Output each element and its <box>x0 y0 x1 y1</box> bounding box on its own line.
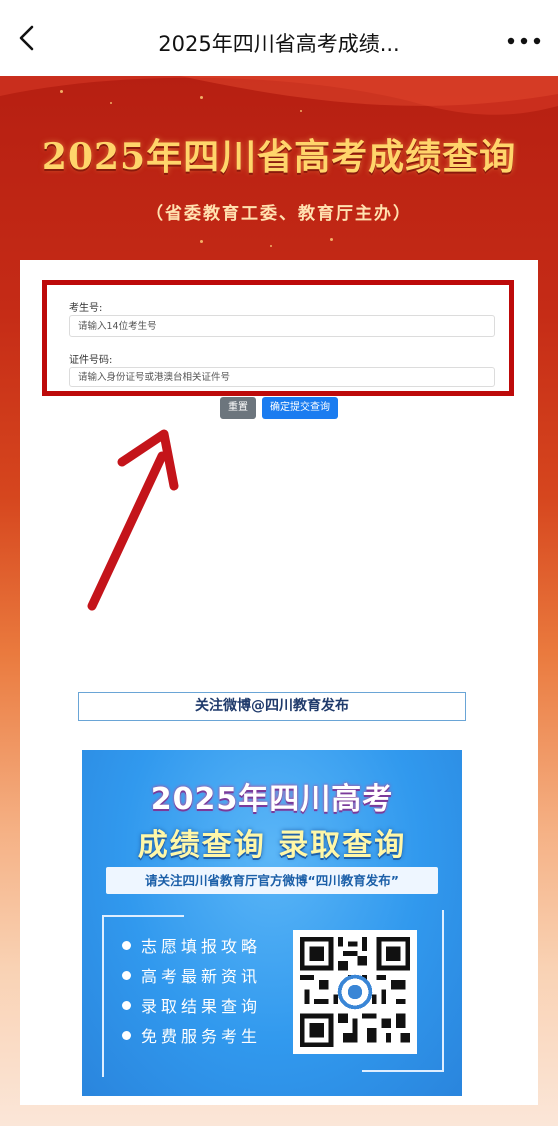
submit-query-button[interactable]: 确定提交查询 <box>262 397 338 419</box>
reset-button[interactable]: 重置 <box>220 397 256 419</box>
sparkle-decoration <box>330 238 333 241</box>
poster-ribbon: 请关注四川省教育厅官方微博“四川教育发布” <box>106 867 438 894</box>
page-title: 2025年四川省高考成绩... <box>158 32 400 56</box>
follow-weibo-banner[interactable]: 关注微博@四川教育发布 <box>78 692 466 721</box>
promo-poster[interactable]: 2025年四川高考 成绩查询 录取查询 请关注四川省教育厅官方微博“四川教育发布… <box>82 750 462 1096</box>
sparkle-decoration <box>110 102 112 104</box>
sparkle-decoration <box>60 90 63 93</box>
qr-code-icon[interactable] <box>293 930 417 1054</box>
exam-number-input[interactable]: 请输入14位考生号 <box>69 315 495 337</box>
chevron-left-icon[interactable] <box>12 22 44 54</box>
more-dots-icon[interactable] <box>506 36 542 46</box>
banner-title: 2025年四川省高考成绩查询 <box>41 136 517 178</box>
sparkle-decoration <box>200 96 203 99</box>
sparkle-decoration <box>200 240 203 243</box>
poster-title-line2: 成绩查询 录取查询 <box>137 828 407 863</box>
list-item: 志愿填报攻略 <box>122 930 261 960</box>
poster-title-line1: 2025年四川高考 <box>150 782 394 817</box>
arrow-annotation-icon <box>87 429 179 611</box>
list-item: 录取结果查询 <box>122 990 261 1020</box>
id-number-input[interactable]: 请输入身份证号或港澳台相关证件号 <box>69 367 495 387</box>
id-number-label: 证件号码: <box>69 355 113 366</box>
bullet-dot-icon <box>122 1000 131 1010</box>
nav-bar: 2025年四川省高考成绩... <box>0 0 558 76</box>
list-item: 高考最新资讯 <box>122 960 261 990</box>
list-item: 免费服务考生 <box>122 1020 261 1050</box>
poster-bullet-list: 志愿填报攻略 高考最新资讯 录取结果查询 免费服务考生 <box>122 930 261 1050</box>
bullet-dot-icon <box>122 1030 131 1040</box>
bullet-dot-icon <box>122 940 131 950</box>
query-form-highlight: 考生号: 请输入14位考生号 证件号码: 请输入身份证号或港澳台相关证件号 <box>42 280 514 396</box>
banner-subtitle: （省委教育工委、教育厅主办） <box>146 204 412 224</box>
sparkle-decoration <box>270 245 272 247</box>
bullet-dot-icon <box>122 970 131 980</box>
exam-number-label: 考生号: <box>69 303 103 314</box>
sparkle-decoration <box>300 110 302 112</box>
